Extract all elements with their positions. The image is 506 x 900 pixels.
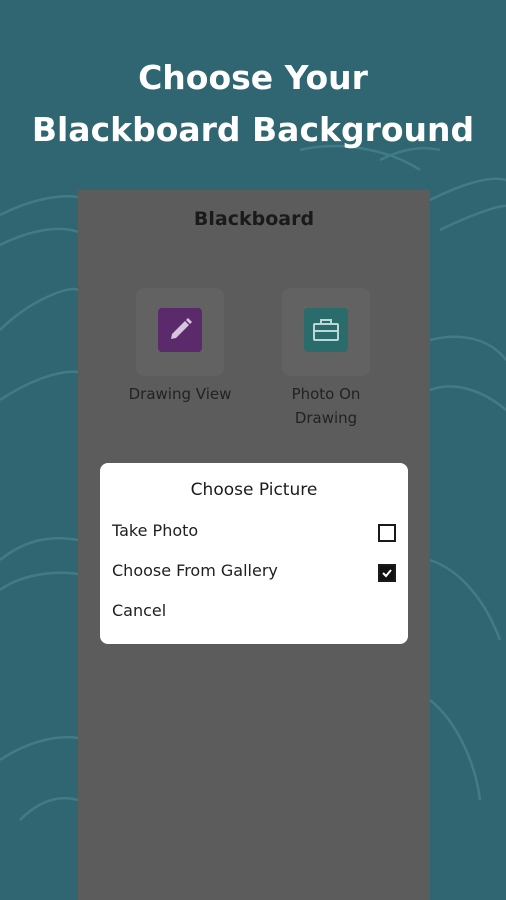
briefcase-icon [304, 308, 348, 352]
tile-label-line-2: Drawing [294, 409, 358, 427]
photo-on-drawing-button[interactable] [282, 288, 370, 376]
choose-picture-dialog: Choose Picture Take Photo Choose From Ga… [100, 463, 408, 644]
pencil-icon [158, 308, 202, 352]
headline-line-1: Choose Your [138, 58, 368, 97]
headline: Choose Your Blackboard Background [0, 52, 506, 156]
take-photo-option[interactable]: Take Photo [100, 516, 408, 548]
option-label: Choose From Gallery [112, 561, 278, 580]
tile-label-photo-on-drawing: Photo On Drawing [256, 382, 396, 430]
dialog-title: Choose Picture [190, 480, 318, 500]
checkmark-icon [382, 569, 392, 578]
headline-line-2: Blackboard Background [31, 110, 475, 149]
tile-label-drawing-view: Drawing View [128, 385, 232, 403]
choose-from-gallery-option[interactable]: Choose From Gallery [100, 556, 408, 588]
tile-label-line-1: Photo On [291, 385, 361, 403]
app-title: Blackboard [193, 208, 315, 230]
take-photo-checkbox[interactable] [378, 524, 396, 542]
cancel-option[interactable]: Cancel [100, 596, 408, 628]
cancel-label: Cancel [112, 601, 167, 620]
choose-from-gallery-checkbox[interactable] [378, 564, 396, 582]
drawing-view-button[interactable] [136, 288, 224, 376]
option-label: Take Photo [112, 521, 199, 540]
